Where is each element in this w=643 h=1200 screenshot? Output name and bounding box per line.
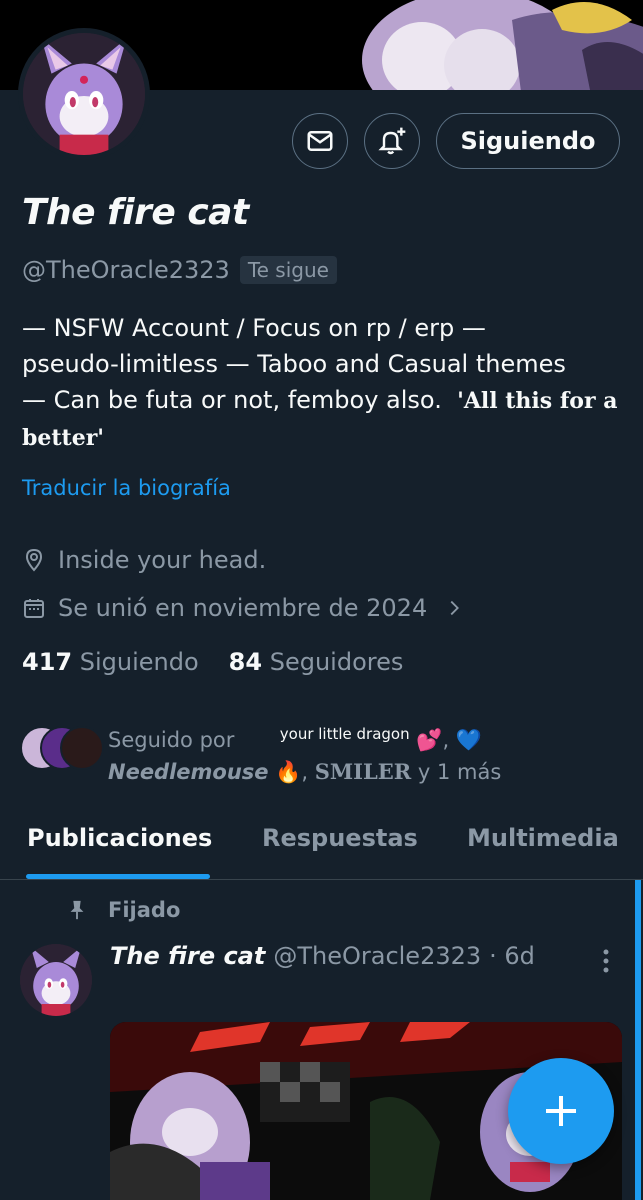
mutual-name-smiler: SMILER <box>314 759 412 784</box>
followed-by-line2: Needlemouse 🔥, SMILER y 1 más <box>108 759 502 784</box>
banner-image <box>352 0 643 90</box>
post-author-handle: @TheOracle2323 <box>273 942 482 970</box>
user-handle: @TheOracle2323 <box>22 256 230 284</box>
profile-avatar[interactable] <box>18 28 150 160</box>
post-time: · 6d <box>489 942 535 970</box>
post-author-avatar[interactable] <box>20 944 92 1016</box>
notifications-button[interactable] <box>364 113 420 169</box>
active-tab-indicator <box>26 874 210 879</box>
compose-button[interactable] <box>508 1058 614 1164</box>
calendar-icon <box>24 599 44 618</box>
bio-line: — NSFW Account / Focus on rp / erp — <box>22 314 486 342</box>
followed-by-line1: Seguido por your little dragon 💕, 💙 <box>108 718 501 756</box>
following-count: 417 <box>22 648 73 676</box>
mutual-name-dragon: your little dragon <box>279 725 410 743</box>
chevron-right-icon <box>450 600 460 616</box>
more-options-icon[interactable] <box>598 946 614 976</box>
followed-by-section[interactable]: Seguido por your little dragon 💕, 💙 Need… <box>20 718 630 784</box>
scrollbar[interactable] <box>635 880 641 1200</box>
profile-tabs: Publicaciones Respuestas Multimedia <box>0 810 643 880</box>
profile-bio: — NSFW Account / Focus on rp / erp — pse… <box>22 310 622 456</box>
bio-styled-text: better' <box>22 425 105 451</box>
location-text: Inside your head. <box>58 546 267 574</box>
post-header: The fire cat @TheOracle2323 · 6d <box>110 942 535 970</box>
location-row: Inside your head. <box>22 546 266 574</box>
bio-line: — Can be futa or not, femboy also. 'All … <box>22 382 622 419</box>
followers-label: Seguidores <box>269 648 404 676</box>
plus-icon <box>546 1096 576 1126</box>
tab-replies[interactable]: Respuestas <box>262 824 418 852</box>
following-label: Siguiendo <box>79 648 199 676</box>
follows-you-badge: Te sigue <box>239 256 337 284</box>
bio-line: pseudo-limitless — Taboo and Casual them… <box>22 350 566 378</box>
pin-icon <box>70 900 84 920</box>
following-button[interactable]: Siguiendo <box>436 113 620 169</box>
mutual-emoji: , 💙 <box>442 728 482 752</box>
followers-count: 84 <box>228 648 263 676</box>
pinned-label: Fijado <box>108 898 181 922</box>
followed-by-suffix: y 1 más <box>417 760 502 784</box>
mutual-emoji: 🔥 <box>275 760 302 784</box>
joined-row[interactable]: Se unió en noviembre de 2024 <box>22 594 465 622</box>
avatar-image <box>23 33 145 155</box>
display-name: The fire cat <box>22 192 249 233</box>
tab-media[interactable]: Multimedia <box>467 824 619 852</box>
joined-text: Se unió en noviembre de 2024 <box>58 594 428 622</box>
handle-row: @TheOracle2323 Te sigue <box>22 256 337 284</box>
followed-by-prefix: Seguido por <box>108 728 235 752</box>
mutual-emoji: 💕 <box>416 728 443 752</box>
bio-line: better' <box>22 419 622 456</box>
follow-stats: 417 Siguiendo 84 Seguidores <box>22 648 403 676</box>
post-author-name[interactable]: The fire cat <box>110 942 265 970</box>
bell-plus-icon <box>378 127 406 155</box>
avatar <box>60 726 104 770</box>
translate-bio-link[interactable]: Traducir la biografía <box>22 476 231 500</box>
envelope-icon <box>307 131 333 151</box>
bio-styled-text: 'All this for a <box>457 388 618 414</box>
tab-posts[interactable]: Publicaciones <box>27 824 212 852</box>
bio-text: — Can be futa or not, femboy also. <box>22 386 442 414</box>
message-button[interactable] <box>292 113 348 169</box>
avatar-image <box>20 944 92 1016</box>
mutual-name-needlemouse: Needlemouse <box>108 760 269 784</box>
following-stat[interactable]: 417 Siguiendo <box>22 648 199 676</box>
followers-stat[interactable]: 84 Seguidores <box>229 648 404 676</box>
followed-by-text: Seguido por your little dragon 💕, 💙 Need… <box>108 718 501 788</box>
location-pin-icon <box>25 548 43 572</box>
pinned-indicator: Fijado <box>66 898 180 922</box>
mutual-avatars <box>20 726 104 770</box>
